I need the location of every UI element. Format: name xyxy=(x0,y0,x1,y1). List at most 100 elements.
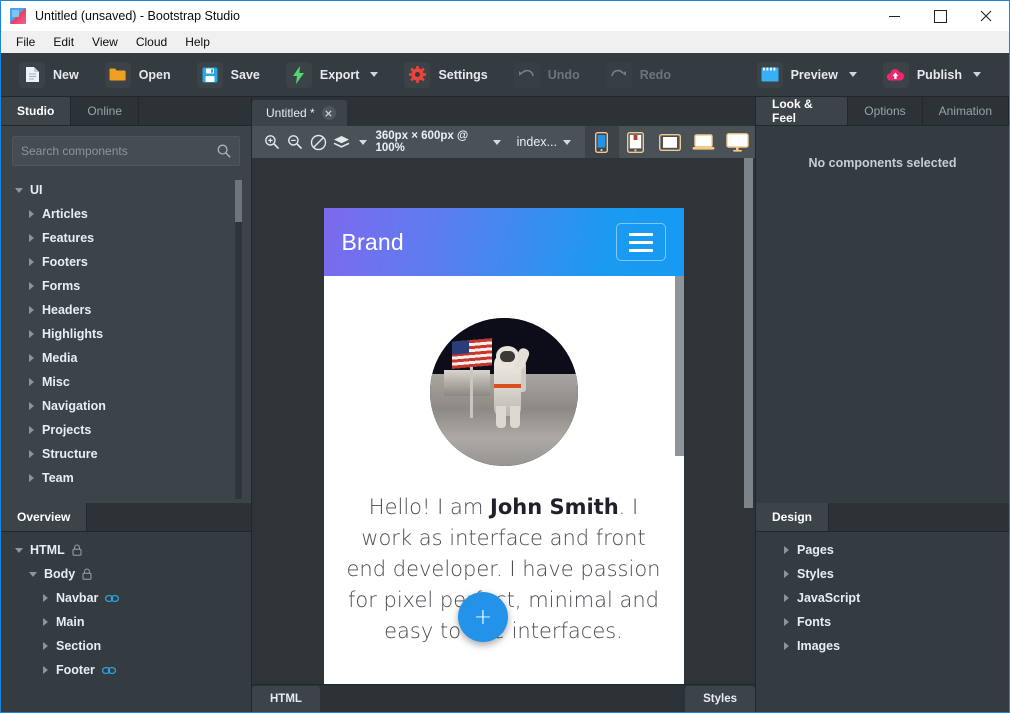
tree-item-headers[interactable]: Headers xyxy=(1,298,251,322)
design-item-pages[interactable]: Pages xyxy=(756,538,1009,562)
search-input[interactable] xyxy=(21,144,217,158)
chevron-right-icon[interactable] xyxy=(784,594,789,602)
chevron-right-icon[interactable] xyxy=(29,258,34,266)
chevron-right-icon[interactable] xyxy=(43,666,48,674)
save-button[interactable]: Save xyxy=(189,58,268,92)
open-button[interactable]: Open xyxy=(97,58,179,92)
new-button[interactable]: New xyxy=(11,58,87,92)
chevron-right-icon[interactable] xyxy=(784,570,789,578)
chevron-right-icon[interactable] xyxy=(29,234,34,242)
chevron-right-icon[interactable] xyxy=(29,402,34,410)
device-desktop-button[interactable] xyxy=(721,126,755,158)
overview-item-body[interactable]: Body xyxy=(1,562,251,586)
chevron-right-icon[interactable] xyxy=(29,282,34,290)
component-tree-scrollbar[interactable] xyxy=(235,180,242,499)
tab-design[interactable]: Design xyxy=(756,503,830,531)
design-item-images[interactable]: Images xyxy=(756,634,1009,658)
tree-item-features[interactable]: Features xyxy=(1,226,251,250)
device-phone-button[interactable] xyxy=(584,126,619,158)
chevron-down-icon[interactable] xyxy=(15,547,23,553)
search-box[interactable] xyxy=(12,136,240,166)
canvas-scrollbar[interactable] xyxy=(744,158,753,684)
chevron-right-icon[interactable] xyxy=(29,474,34,482)
chevron-right-icon[interactable] xyxy=(43,618,48,626)
chevron-right-icon[interactable] xyxy=(43,594,48,602)
preview-navbar[interactable]: Brand xyxy=(323,208,684,276)
document-tab-untitled[interactable]: Untitled * xyxy=(252,100,347,126)
preview-scrollbar[interactable] xyxy=(674,208,684,684)
device-tablet-landscape-button[interactable] xyxy=(653,126,687,158)
minimize-button[interactable] xyxy=(871,1,917,31)
chevron-right-icon[interactable] xyxy=(29,306,34,314)
device-tablet-button[interactable] xyxy=(619,126,653,158)
menu-view[interactable]: View xyxy=(83,33,127,51)
maximize-button[interactable] xyxy=(917,1,963,31)
chevron-down-icon[interactable] xyxy=(492,139,501,145)
tab-online[interactable]: Online xyxy=(71,97,140,125)
layers-icon[interactable] xyxy=(330,129,353,155)
tree-item-ui[interactable]: UI xyxy=(1,178,251,202)
chevron-right-icon[interactable] xyxy=(29,378,34,386)
tree-item-highlights[interactable]: Highlights xyxy=(1,322,251,346)
design-item-styles[interactable]: Styles xyxy=(756,562,1009,586)
avatar[interactable] xyxy=(429,318,578,466)
search-icon[interactable] xyxy=(217,144,231,158)
scrollbar-thumb[interactable] xyxy=(744,158,753,508)
tab-styles[interactable]: Styles xyxy=(685,686,755,712)
page-selector[interactable]: index... xyxy=(509,129,579,155)
design-item-javascript[interactable]: JavaScript xyxy=(756,586,1009,610)
canvas-area[interactable]: Brand Hello! I am John Smith. I work as … xyxy=(252,158,755,684)
tree-item-footers[interactable]: Footers xyxy=(1,250,251,274)
chevron-down-icon[interactable] xyxy=(359,139,368,145)
chevron-right-icon[interactable] xyxy=(29,210,34,218)
preview-brand[interactable]: Brand xyxy=(342,229,404,256)
disable-preview-icon[interactable] xyxy=(307,129,330,155)
overview-item-footer[interactable]: Footer xyxy=(1,658,251,682)
tree-item-structure[interactable]: Structure xyxy=(1,442,251,466)
chevron-right-icon[interactable] xyxy=(29,354,34,362)
preview-button[interactable]: Preview xyxy=(749,58,865,92)
device-laptop-button[interactable] xyxy=(687,126,721,158)
tree-item-misc[interactable]: Misc xyxy=(1,370,251,394)
undo-button[interactable]: Undo xyxy=(506,58,588,92)
menu-help[interactable]: Help xyxy=(176,33,219,51)
overview-item-main[interactable]: Main xyxy=(1,610,251,634)
chevron-down-icon[interactable] xyxy=(15,187,23,193)
overview-item-html[interactable]: HTML xyxy=(1,538,251,562)
hamburger-icon[interactable] xyxy=(615,223,666,261)
zoom-in-icon[interactable] xyxy=(260,129,283,155)
chevron-right-icon[interactable] xyxy=(29,450,34,458)
tree-item-media[interactable]: Media xyxy=(1,346,251,370)
chevron-down-icon[interactable] xyxy=(562,139,571,145)
scrollbar-thumb[interactable] xyxy=(674,276,684,456)
chevron-right-icon[interactable] xyxy=(43,642,48,650)
chevron-down-icon[interactable] xyxy=(973,72,981,77)
chevron-down-icon[interactable] xyxy=(848,72,857,77)
tab-overview[interactable]: Overview xyxy=(1,503,88,531)
canvas-size-selector[interactable]: 360px × 600px @ 100% xyxy=(367,129,508,155)
chevron-right-icon[interactable] xyxy=(784,618,789,626)
chevron-down-icon[interactable] xyxy=(370,72,379,77)
close-button[interactable] xyxy=(963,1,1009,31)
close-tab-icon[interactable] xyxy=(321,106,336,120)
chevron-right-icon[interactable] xyxy=(29,330,34,338)
tab-look-and-feel[interactable]: Look & Feel xyxy=(756,97,849,125)
publish-button[interactable]: Publish xyxy=(875,58,989,92)
scrollbar-thumb[interactable] xyxy=(235,180,242,222)
overview-item-section[interactable]: Section xyxy=(1,634,251,658)
tab-options[interactable]: Options xyxy=(848,97,923,125)
tree-item-navigation[interactable]: Navigation xyxy=(1,394,251,418)
tree-item-forms[interactable]: Forms xyxy=(1,274,251,298)
redo-button[interactable]: Redo xyxy=(598,58,679,92)
settings-button[interactable]: Settings xyxy=(396,58,495,92)
chevron-right-icon[interactable] xyxy=(29,426,34,434)
export-button[interactable]: Export xyxy=(278,58,387,92)
overview-item-navbar[interactable]: Navbar xyxy=(1,586,251,610)
menu-file[interactable]: File xyxy=(7,33,44,51)
add-component-fab[interactable]: + xyxy=(458,592,508,642)
chevron-down-icon[interactable] xyxy=(29,571,37,577)
tree-item-articles[interactable]: Articles xyxy=(1,202,251,226)
menu-cloud[interactable]: Cloud xyxy=(127,33,176,51)
tab-studio[interactable]: Studio xyxy=(1,97,72,125)
chevron-right-icon[interactable] xyxy=(784,546,789,554)
